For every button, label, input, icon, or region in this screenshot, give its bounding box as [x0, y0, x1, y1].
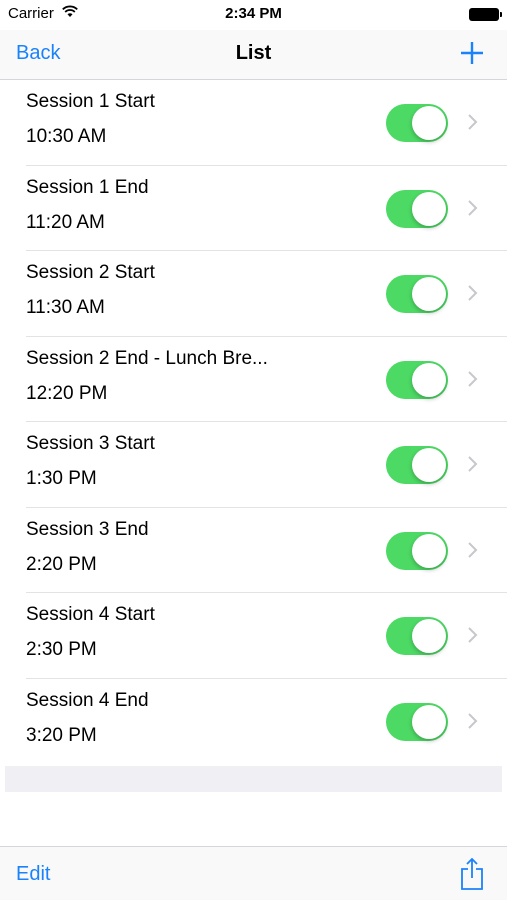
session-label: Session 2 Start: [26, 262, 155, 283]
chevron-right-icon: [467, 113, 479, 131]
session-label: Session 1 Start: [26, 91, 155, 112]
list-item[interactable]: Session 4 End 3:20 PM: [0, 679, 507, 765]
session-label: Session 3 Start: [26, 433, 155, 454]
list-item[interactable]: Session 1 Start 10:30 AM: [0, 80, 507, 166]
enabled-toggle[interactable]: [386, 275, 448, 313]
enabled-toggle[interactable]: [386, 446, 448, 484]
list-item[interactable]: Session 2 Start 11:30 AM: [0, 251, 507, 337]
share-icon[interactable]: [459, 857, 485, 891]
battery-icon: [469, 8, 502, 21]
toggle-knob: [412, 362, 446, 397]
toggle-knob: [412, 277, 446, 311]
list-item[interactable]: Session 3 End 2:20 PM: [0, 508, 507, 594]
chevron-right-icon: [467, 712, 479, 730]
session-label: Session 1 End: [26, 176, 149, 198]
chevron-right-icon: [467, 541, 479, 559]
session-label: Session 2 End - Lunch Bre...: [26, 347, 268, 369]
list-item[interactable]: Session 2 End - Lunch Bre... 12:20 PM: [0, 337, 507, 423]
list-item[interactable]: Session 3 Start 1:30 PM: [0, 422, 507, 508]
session-label: Session 4 Start: [26, 604, 155, 625]
session-label: Session 3 End: [26, 518, 149, 540]
enabled-toggle[interactable]: [386, 617, 448, 655]
enabled-toggle[interactable]: [386, 189, 448, 228]
enabled-toggle[interactable]: [386, 531, 448, 570]
enabled-toggle[interactable]: [386, 360, 448, 399]
toggle-knob: [412, 448, 446, 482]
chevron-right-icon: [467, 370, 479, 388]
enabled-toggle[interactable]: [386, 702, 448, 741]
plus-icon[interactable]: [457, 38, 487, 68]
toggle-knob: [412, 106, 446, 140]
session-time: 1:30 PM: [26, 468, 97, 489]
chevron-right-icon: [467, 455, 479, 473]
list-item[interactable]: Session 1 End 11:20 AM: [0, 166, 507, 252]
chevron-right-icon: [467, 626, 479, 644]
session-time: 10:30 AM: [26, 126, 107, 147]
table-footer: [5, 766, 502, 792]
toggle-knob: [412, 704, 446, 739]
toggle-knob: [412, 191, 446, 226]
list-item[interactable]: Session 4 Start 2:30 PM: [0, 593, 507, 679]
status-bar: Carrier 2:34 PM: [0, 0, 507, 30]
session-time: 2:20 PM: [26, 553, 97, 575]
session-time: 11:20 AM: [26, 211, 105, 233]
session-label: Session 4 End: [26, 689, 149, 711]
chevron-right-icon: [467, 199, 479, 217]
session-list: Session 1 Start 10:30 AM Session 1 End 11:2…: [0, 80, 507, 764]
status-time: 2:34 PM: [225, 5, 282, 22]
edit-button[interactable]: Edit: [16, 863, 50, 886]
enabled-toggle[interactable]: [386, 104, 448, 142]
session-time: 12:20 PM: [26, 382, 108, 404]
chevron-right-icon: [467, 284, 479, 302]
toggle-knob: [412, 619, 446, 653]
page-title: List: [235, 42, 272, 64]
navigation-bar: Back List: [0, 30, 507, 80]
session-time: 11:30 AM: [26, 297, 105, 318]
toggle-knob: [412, 533, 446, 568]
session-time: 3:20 PM: [26, 724, 97, 746]
session-time: 2:30 PM: [26, 639, 97, 660]
bottom-toolbar: Edit: [0, 846, 507, 900]
